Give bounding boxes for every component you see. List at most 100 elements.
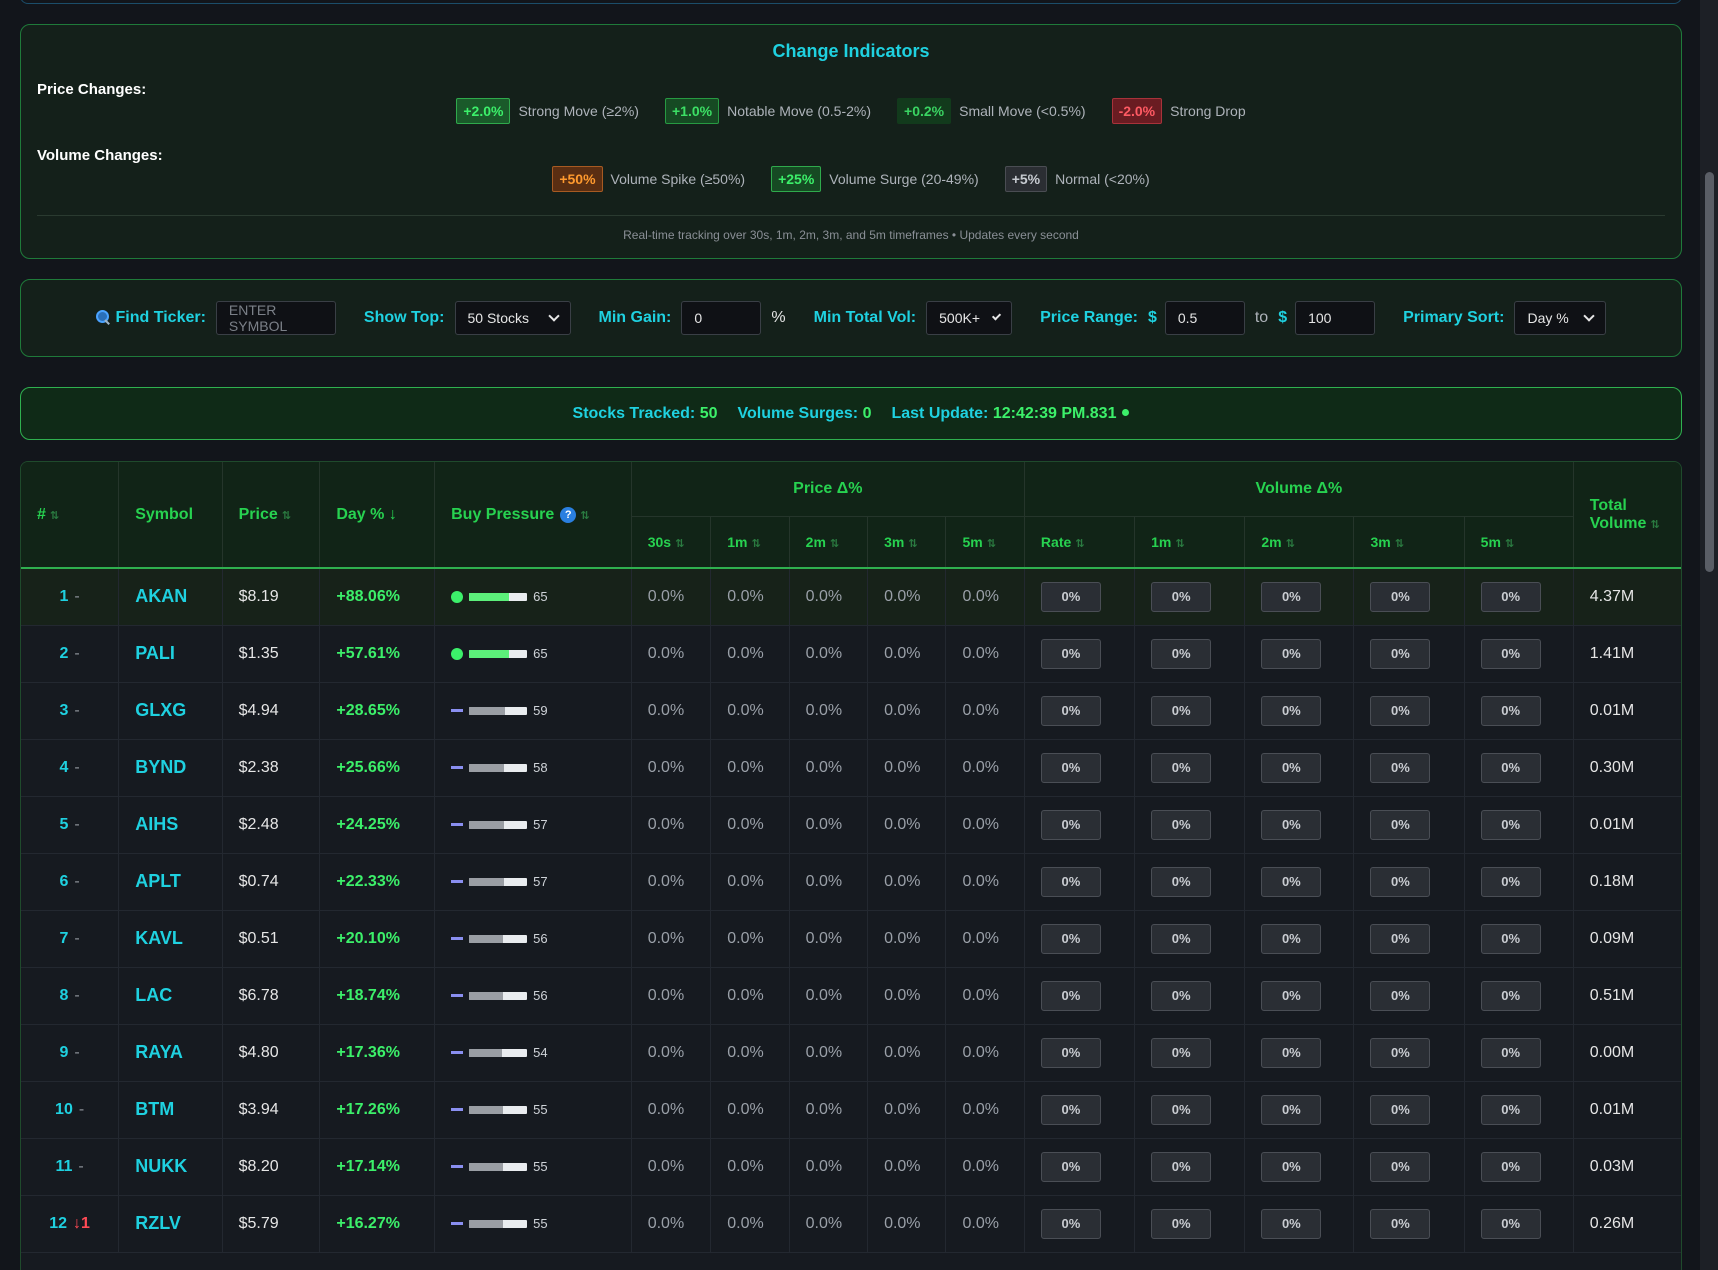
price-delta-cell: 0.0%: [710, 625, 790, 682]
price-delta-cell: 0.0%: [710, 796, 790, 853]
buy-pressure-cell: 65: [434, 568, 632, 625]
primary-sort-control: Primary Sort: Day %: [1403, 301, 1607, 335]
volume-delta-cell: 0%: [1353, 796, 1465, 853]
table-row[interactable]: 7- KAVL $0.51 +20.10% 56 0.0% 0.0% 0.0% 0.0% 0.0%…: [21, 910, 1681, 967]
table-row[interactable]: 5- AIHS $2.48 +24.25% 57 0.0% 0.0% 0.0% 0.0% 0.0%…: [21, 796, 1681, 853]
currency-symbol: $: [1278, 309, 1288, 326]
total-volume-cell: 0.00M: [1573, 1024, 1681, 1081]
table-row[interactable]: 1- AKAN $8.19 +88.06% 65 0.0% 0.0% 0.0% 0.0% 0.0%…: [21, 568, 1681, 625]
symbol-cell[interactable]: RAYA: [118, 1024, 223, 1081]
col-header-volume-1m[interactable]: 1m ⇅: [1134, 516, 1246, 569]
price-cell: $4.94: [222, 682, 321, 739]
day-pct-cell: +24.25%: [319, 796, 436, 853]
rank-value: 8: [59, 986, 69, 1004]
price-cell: $6.78: [222, 967, 321, 1024]
col-header-symbol[interactable]: Symbol: [118, 462, 223, 569]
col-header-buy-pressure[interactable]: Buy Pressure? ⇅: [434, 462, 632, 569]
pressure-bar-fill: [469, 763, 505, 772]
pressure-bar-fill: [469, 649, 509, 658]
pressure-dot-icon: [451, 590, 464, 603]
price-delta-cell: 0.0%: [631, 1195, 712, 1252]
symbol-cell[interactable]: BTM: [118, 1081, 223, 1138]
col-header-price-2m[interactable]: 2m ⇅: [789, 516, 869, 569]
price-min-input[interactable]: 0.5: [1164, 301, 1245, 335]
symbol-cell[interactable]: KAVL: [118, 910, 223, 967]
table-row[interactable]: 11- NUKK $8.20 +17.14% 55 0.0% 0.0% 0.0% 0.0% 0.0…: [21, 1138, 1681, 1195]
legend-desc: Notable Move (0.5-2%): [727, 103, 872, 119]
col-header-price[interactable]: Price ⇅: [222, 462, 321, 569]
col-header-volume-5m[interactable]: 5m ⇅: [1464, 516, 1574, 569]
scrollbar-thumb[interactable]: [1705, 172, 1714, 572]
price-max-input[interactable]: 100: [1295, 301, 1376, 335]
symbol-cell[interactable]: BYND: [118, 739, 223, 796]
symbol-cell[interactable]: RZLV: [118, 1195, 223, 1252]
pressure-value: 58: [533, 760, 548, 775]
total-volume-cell: 0.01M: [1573, 1081, 1681, 1138]
volume-delta-cell: 0%: [1244, 1081, 1355, 1138]
col-header-day-pct[interactable]: Day % ↓: [319, 462, 436, 569]
page-scrollbar[interactable]: [1700, 0, 1718, 1270]
pressure-bar: [469, 934, 528, 943]
price-cell: $8.20: [222, 1138, 321, 1195]
volume-delta-badge: 0%: [1480, 581, 1541, 612]
volume-delta-cell: 0%: [1024, 1081, 1136, 1138]
volume-delta-badge: 0%: [1261, 1151, 1322, 1182]
volume-delta-badge: 0%: [1040, 809, 1101, 840]
volume-delta-badge: 0%: [1151, 1094, 1212, 1125]
price-legend-row: +2.0% Strong Move (≥2%) +1.0% Notable Move…: [21, 98, 1681, 124]
table-row[interactable]: 2- PALI $1.35 +57.61% 65 0.0% 0.0% 0.0% 0.0% 0.0%…: [21, 625, 1681, 682]
symbol-cell[interactable]: NUKK: [118, 1138, 223, 1195]
rank-value: 11: [55, 1157, 73, 1175]
col-header-volume-rate[interactable]: Rate ⇅: [1024, 516, 1136, 569]
symbol-cell[interactable]: GLXG: [118, 682, 223, 739]
table-row[interactable]: 12 ↓1 RZLV $5.79 +16.27% 55 0.0% 0.0% 0.0% 0.0% 0.…: [21, 1195, 1681, 1252]
table-row[interactable]: 10- BTM $3.94 +17.26% 55 0.0% 0.0% 0.0% 0.0% 0.0%…: [21, 1081, 1681, 1138]
table-row[interactable]: 4- BYND $2.38 +25.66% 58 0.0% 0.0% 0.0% 0.0% 0.0%…: [21, 739, 1681, 796]
volume-delta-badge: 0%: [1040, 923, 1101, 954]
legend-badge: +50%: [552, 166, 603, 192]
col-header-price-3m[interactable]: 3m ⇅: [867, 516, 947, 569]
symbol-cell[interactable]: APLT: [118, 853, 223, 910]
min-gain-input[interactable]: 0: [681, 301, 762, 335]
col-header-price-5m[interactable]: 5m ⇅: [945, 516, 1025, 569]
table-row[interactable]: 8- LAC $6.78 +18.74% 56 0.0% 0.0% 0.0% 0.0% 0.0% 0…: [21, 967, 1681, 1024]
symbol-cell[interactable]: AIHS: [118, 796, 223, 853]
col-header-rank[interactable]: # ⇅: [21, 462, 120, 569]
volume-delta-cell: 0%: [1464, 568, 1574, 625]
table-row[interactable]: 6- APLT $0.74 +22.33% 57 0.0% 0.0% 0.0% 0.0% 0.0%…: [21, 853, 1681, 910]
volume-delta-badge: 0%: [1261, 1094, 1322, 1125]
symbol-cell[interactable]: PALI: [118, 625, 223, 682]
legend-volume-spike: +50% Volume Spike (≥50%): [552, 166, 745, 192]
min-volume-select[interactable]: 500K+: [926, 301, 1013, 335]
table-row[interactable]: 9- RAYA $4.80 +17.36% 54 0.0% 0.0% 0.0% 0.0% 0.0%…: [21, 1024, 1681, 1081]
symbol-cell[interactable]: AKAN: [118, 568, 223, 625]
col-header-price-1m[interactable]: 1m ⇅: [710, 516, 790, 569]
rank-cell: 11-: [21, 1138, 120, 1195]
legend-badge: +25%: [771, 166, 822, 192]
pressure-bar: [469, 592, 528, 601]
primary-sort-select[interactable]: Day %: [1514, 301, 1607, 335]
rank-cell: 6-: [21, 853, 120, 910]
table-row[interactable]: 3- GLXG $4.94 +28.65% 59 0.0% 0.0% 0.0% 0.0% 0.0%…: [21, 682, 1681, 739]
volume-delta-cell: 0%: [1024, 568, 1136, 625]
help-icon[interactable]: ?: [560, 506, 577, 523]
symbol-cell[interactable]: LAC: [118, 967, 223, 1024]
volume-delta-cell: 0%: [1464, 910, 1574, 967]
volume-delta-badge: 0%: [1151, 980, 1212, 1011]
volume-delta-badge: 0%: [1040, 980, 1101, 1011]
filter-controls: Find Ticker: ENTER SYMBOL Show Top: 50 S…: [20, 279, 1682, 357]
pressure-dash-icon: [451, 766, 464, 769]
col-header-total-volume[interactable]: Total Volume ⇅: [1573, 462, 1681, 569]
previous-panel-edge: [20, 0, 1682, 4]
price-delta-cell: 0.0%: [710, 1024, 790, 1081]
price-range-label: Price Range:: [1040, 309, 1138, 326]
col-header-volume-2m[interactable]: 2m ⇅: [1244, 516, 1355, 569]
total-volume-cell: 0.51M: [1573, 967, 1681, 1024]
volume-delta-cell: 0%: [1353, 625, 1465, 682]
legend-strong-drop: -2.0% Strong Drop: [1111, 98, 1246, 124]
price-cell: $3.94: [222, 1081, 321, 1138]
ticker-search-input[interactable]: ENTER SYMBOL: [215, 301, 336, 335]
col-header-volume-3m[interactable]: 3m ⇅: [1353, 516, 1465, 569]
col-header-price-30s[interactable]: 30s ⇅: [631, 516, 712, 569]
show-top-select[interactable]: 50 Stocks: [454, 301, 571, 335]
